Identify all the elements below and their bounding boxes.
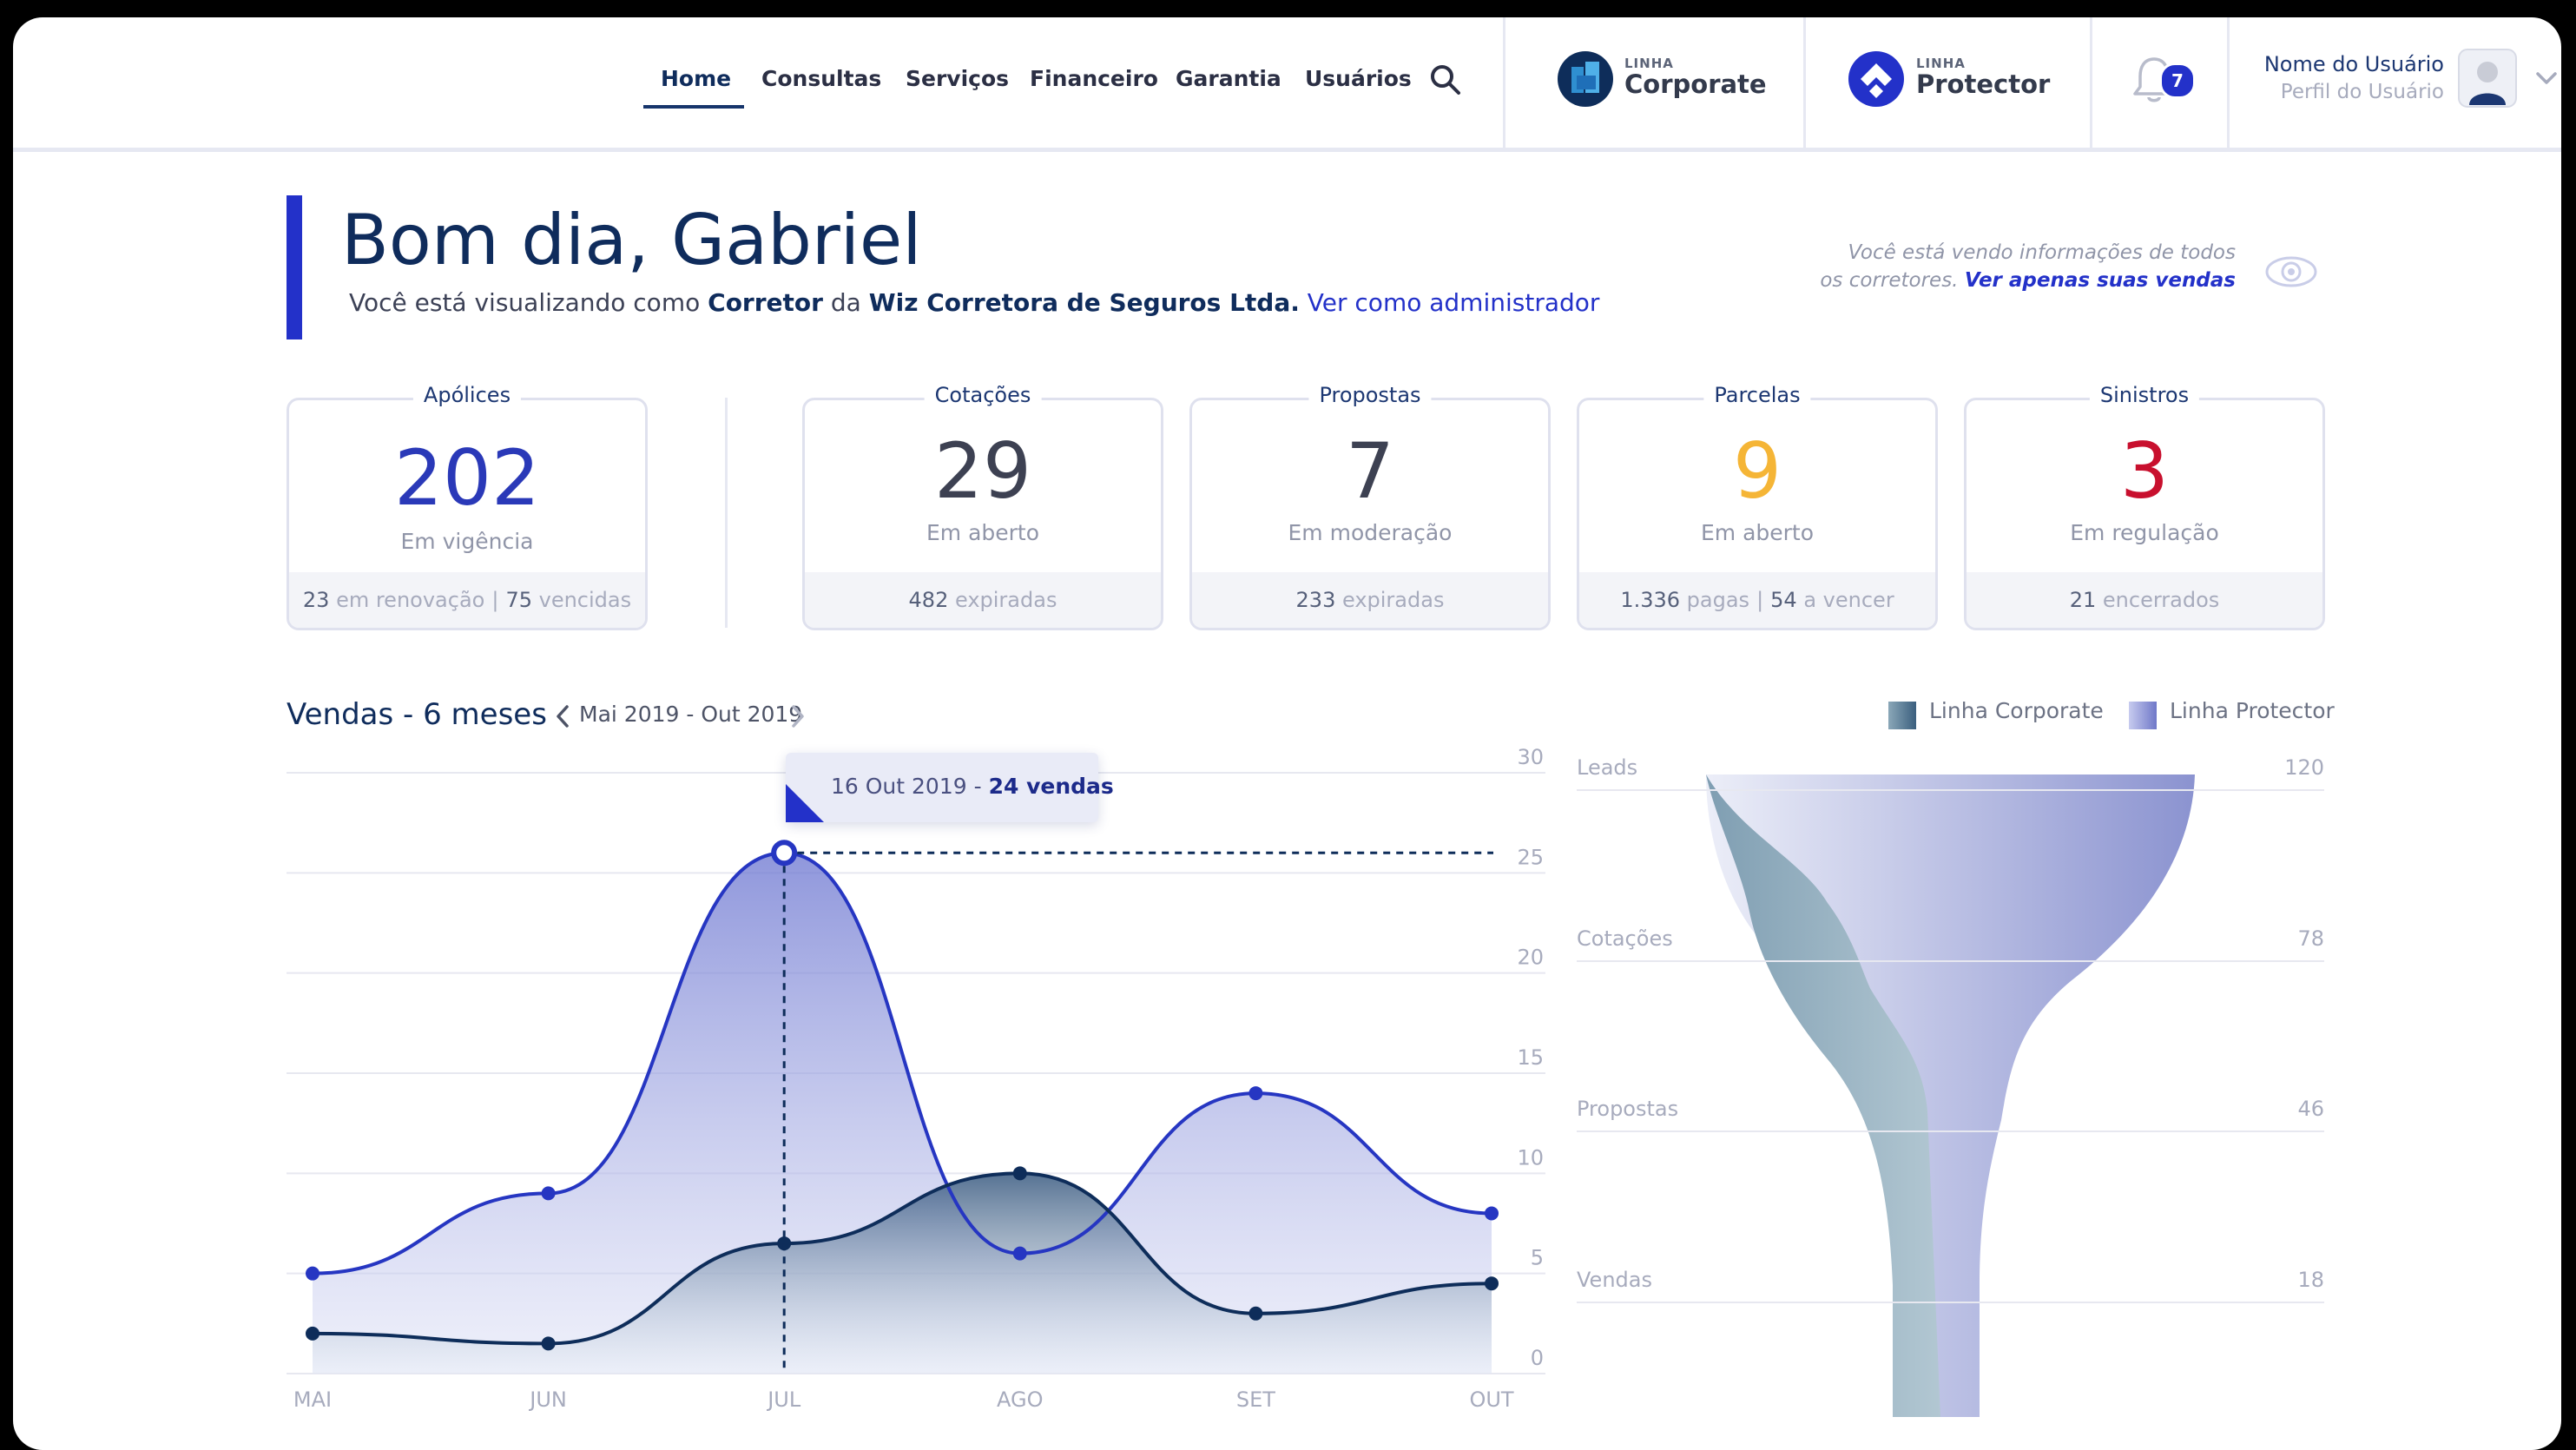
- data-point[interactable]: [306, 1326, 320, 1341]
- y-tick-label: 5: [1531, 1246, 1544, 1270]
- funnel-stage-label: Cotações: [1577, 926, 1673, 951]
- data-point[interactable]: [1485, 1276, 1499, 1291]
- funnel-chart: [1577, 774, 2324, 1417]
- x-tick-label: AGO: [997, 1387, 1043, 1412]
- data-point[interactable]: [541, 1336, 556, 1351]
- funnel-stage-label: Leads: [1577, 755, 1638, 780]
- stat-card-label: Sinistros: [2089, 383, 2200, 407]
- y-tick-label: 15: [1517, 1045, 1544, 1070]
- data-point[interactable]: [1012, 1246, 1027, 1261]
- data-point[interactable]: [1012, 1166, 1027, 1181]
- tooltip-separator: -: [973, 774, 982, 799]
- highlighted-data-point[interactable]: [771, 840, 798, 867]
- tooltip-text: 16 Out 2019 - 24 vendas: [831, 774, 1114, 799]
- stat-card-label: Cotações: [924, 383, 1042, 407]
- funnel-stage-value: 18: [2297, 1268, 2324, 1292]
- chart-tooltip: 16 Out 2019 - 24 vendas: [786, 753, 1114, 822]
- tooltip-date: 16 Out 2019: [831, 774, 967, 799]
- x-tick-label: MAI: [293, 1387, 332, 1412]
- tooltip-value: 24 vendas: [988, 774, 1114, 799]
- x-tick-label: JUN: [528, 1387, 567, 1412]
- funnel-stage-label: Vendas: [1577, 1268, 1652, 1292]
- x-tick-label: OUT: [1469, 1387, 1513, 1412]
- stat-card-label: Parcelas: [1703, 383, 1811, 407]
- y-tick-label: 20: [1517, 946, 1544, 970]
- stat-card-label: Apólices: [412, 383, 522, 407]
- app-window: Home Consultas Serviços Financeiro Garan…: [13, 17, 2561, 1450]
- sales-charts: 0 5 10 15 20 25 30 MAI JUN JUL AGO SET OUT: [287, 745, 2324, 1417]
- data-point[interactable]: [1248, 1086, 1263, 1101]
- line-chart-areas: [313, 853, 1492, 1374]
- x-tick-label: JUL: [766, 1387, 801, 1412]
- tooltip-corner-icon: [786, 784, 824, 822]
- funnel-stage-value: 120: [2284, 755, 2324, 780]
- data-point[interactable]: [541, 1186, 556, 1201]
- data-point[interactable]: [1485, 1206, 1499, 1221]
- y-tick-label: 30: [1517, 745, 1544, 769]
- y-tick-label: 10: [1517, 1145, 1544, 1170]
- funnel-stage-label: Propostas: [1577, 1097, 1679, 1121]
- y-tick-label: 0: [1531, 1346, 1544, 1370]
- y-tick-label: 25: [1517, 845, 1544, 869]
- funnel-stage-value: 78: [2297, 926, 2324, 951]
- x-tick-label: SET: [1236, 1387, 1275, 1412]
- stat-card-label: Propostas: [1308, 383, 1432, 407]
- funnel-stage-value: 46: [2297, 1097, 2324, 1121]
- data-point[interactable]: [1248, 1306, 1263, 1321]
- data-point[interactable]: [306, 1266, 320, 1281]
